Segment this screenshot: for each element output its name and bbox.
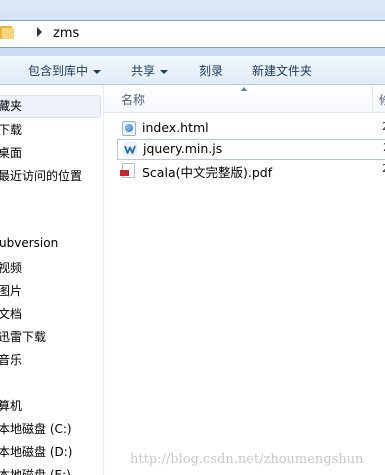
new-folder-button[interactable]: 新建文件夹	[252, 62, 312, 79]
nav-item-music[interactable]: 音乐	[0, 351, 22, 368]
nav-item-pictures[interactable]: 图片	[0, 282, 22, 299]
navigation-pane: 藏夹 下载 桌面 最近访问的位置 ubversion 视频 图片 文档 迅雷下载…	[0, 85, 104, 475]
share-label: 共享	[131, 64, 156, 78]
folder-icon	[0, 25, 14, 39]
html-file-icon	[122, 121, 136, 136]
nav-item-desktop[interactable]: 桌面	[0, 144, 22, 161]
nav-item-recent-places[interactable]: 最近访问的位置	[0, 167, 82, 184]
address-path[interactable]: zms	[53, 26, 79, 41]
nav-item-favorites[interactable]: 藏夹	[0, 97, 22, 114]
nav-item-videos[interactable]: 视频	[0, 259, 22, 276]
include-in-library-label: 包含到库中	[28, 64, 89, 78]
column-separator[interactable]	[372, 85, 373, 112]
nav-item-local-disk-d[interactable]: 本地磁盘 (D:)	[0, 443, 72, 460]
file-name: index.html	[142, 120, 209, 135]
nav-item-xunlei-downloads[interactable]: 迅雷下载	[0, 328, 46, 345]
chevron-right-icon[interactable]	[37, 27, 42, 37]
js-file-icon	[123, 142, 137, 156]
file-row[interactable]: index.html 2	[117, 119, 385, 138]
file-name: jquery.min.js	[143, 141, 223, 156]
nav-item-downloads[interactable]: 下载	[0, 121, 22, 138]
include-in-library-button[interactable]: 包含到库中	[28, 62, 102, 79]
address-bar[interactable]: zms	[0, 20, 385, 48]
nav-item-computer[interactable]: 算机	[0, 397, 22, 414]
file-list: 名称 修 index.html 2 jquery.min.js 2 Scala(…	[104, 85, 385, 475]
file-row[interactable]: Scala(中文完整版).pdf 2	[117, 161, 385, 180]
chevron-down-icon	[93, 69, 102, 74]
file-row-selected[interactable]: jquery.min.js 2	[117, 139, 385, 160]
nav-item-documents[interactable]: 文档	[0, 305, 22, 322]
command-bar: 包含到库中 共享 刻录 新建文件夹	[0, 56, 385, 85]
file-name: Scala(中文完整版).pdf	[142, 165, 273, 180]
column-name-header[interactable]: 名称	[121, 91, 145, 108]
column-date-header[interactable]: 修	[379, 91, 385, 108]
nav-item-local-disk-e[interactable]: 本地磁盘 (E:)	[0, 466, 71, 475]
burn-button[interactable]: 刻录	[199, 62, 223, 79]
chevron-down-icon	[160, 69, 169, 74]
share-button[interactable]: 共享	[131, 62, 169, 79]
nav-item-local-disk-c[interactable]: 本地磁盘 (C:)	[0, 420, 72, 437]
pdf-file-icon	[120, 163, 135, 178]
nav-item-subversion[interactable]: ubversion	[0, 236, 58, 250]
watermark-text: http://blog.csdn.net/zhoumengshun	[130, 452, 364, 467]
sort-up-icon	[241, 87, 247, 91]
column-header: 名称 修	[104, 85, 385, 113]
